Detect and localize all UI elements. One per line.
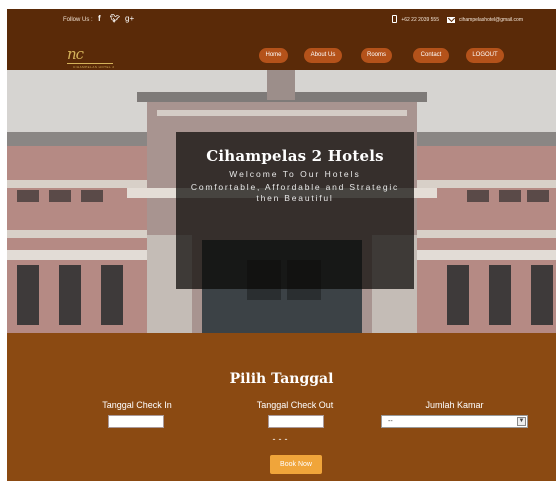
page: Follow Us : f 🐦︎ g+ +62 22 2039 555 ciha… xyxy=(0,0,557,486)
rooms-selected-value: -- xyxy=(388,418,393,425)
nav-about-button[interactable]: About Us xyxy=(304,48,342,63)
booking-title: Pilih Tanggal xyxy=(229,371,334,387)
logo-subtitle: CIHAMPELAS HOTEL 2 xyxy=(73,65,115,69)
chevron-down-icon[interactable]: ▼ xyxy=(517,417,526,426)
hero-banner: Cihampelas 2 Hotels Welcome To Our Hotel… xyxy=(7,70,556,333)
google-plus-icon[interactable]: g+ xyxy=(125,14,134,23)
logo-mark: nc xyxy=(67,45,84,63)
check-out-label: Tanggal Check Out xyxy=(256,400,334,410)
book-now-button[interactable]: Book Now xyxy=(270,455,322,474)
email-address[interactable]: cihampelashotel@gmail.com xyxy=(459,17,523,23)
follow-us-label: Follow Us : xyxy=(63,17,93,23)
rooms-label: Jumlah Kamar xyxy=(425,400,484,410)
check-in-input[interactable] xyxy=(108,415,164,428)
nav-rooms-button[interactable]: Rooms xyxy=(361,48,392,63)
mail-icon xyxy=(447,17,455,23)
contact-info: +62 22 2039 555 cihampelashotel@gmail.co… xyxy=(392,15,523,23)
hero-title: Cihampelas 2 Hotels xyxy=(206,147,384,165)
date-summary: --- xyxy=(272,434,291,444)
top-bar: Follow Us : f 🐦︎ g+ +62 22 2039 555 ciha… xyxy=(7,9,556,35)
hero-tagline: Comfortable, Affordable and Strategic th… xyxy=(190,182,400,203)
logo-divider xyxy=(67,63,113,64)
nav-logout-button[interactable]: LOGOUT xyxy=(466,48,504,63)
check-in-label: Tanggal Check In xyxy=(102,400,172,410)
nav-contact-button[interactable]: Contact xyxy=(413,48,449,63)
phone-number: +62 22 2039 555 xyxy=(401,17,439,23)
check-out-input[interactable] xyxy=(268,415,324,428)
hero-subtitle: Welcome To Our Hotels xyxy=(229,169,361,179)
booking-section: Pilih Tanggal Tanggal Check In Tanggal C… xyxy=(7,333,556,481)
nav-home-button[interactable]: Home xyxy=(259,48,288,63)
facebook-icon[interactable]: f xyxy=(98,14,101,23)
hero-overlay: Cihampelas 2 Hotels Welcome To Our Hotel… xyxy=(176,132,414,289)
phone-icon xyxy=(392,15,398,23)
twitter-icon[interactable]: 🐦︎ xyxy=(110,14,120,23)
nav-bar: nc CIHAMPELAS HOTEL 2 Home About Us Room… xyxy=(7,35,556,70)
hotel-logo[interactable]: nc CIHAMPELAS HOTEL 2 xyxy=(67,45,115,69)
rooms-select[interactable]: -- ▼ xyxy=(381,415,528,428)
